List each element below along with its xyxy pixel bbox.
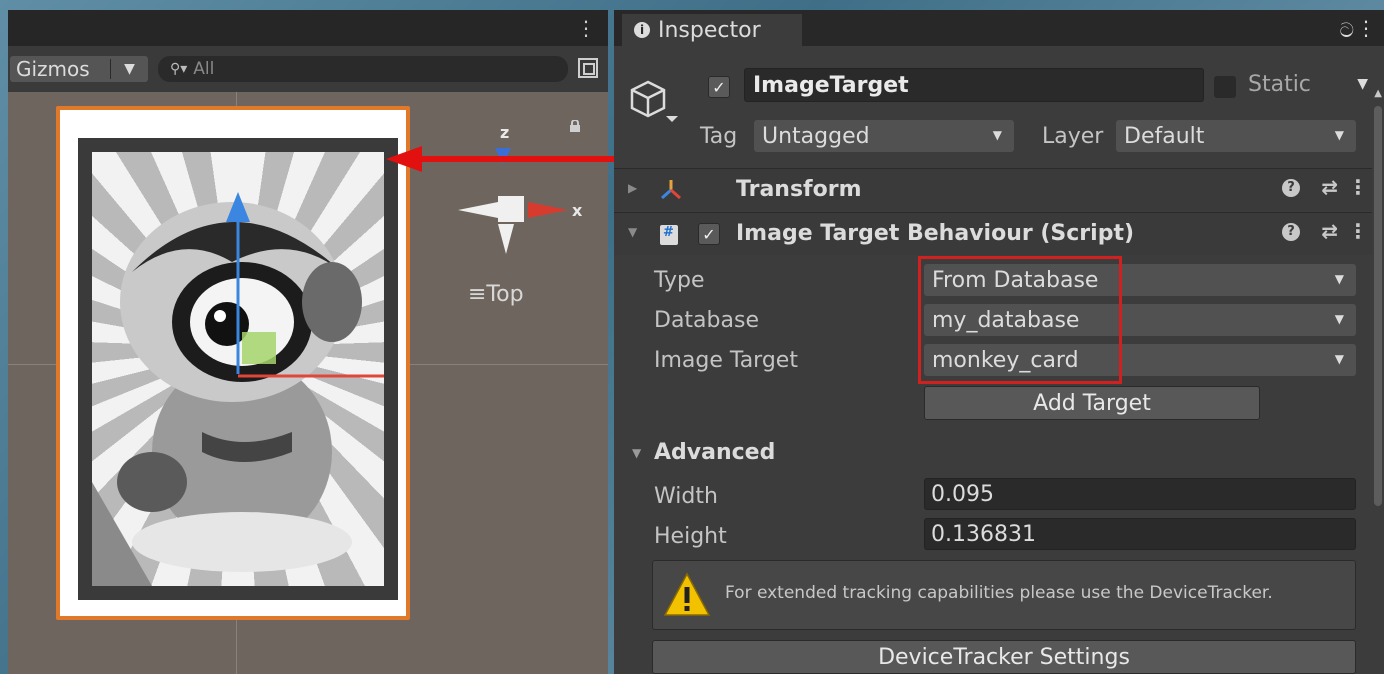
info-icon: i [634,22,650,38]
image-target-behaviour-header[interactable]: ▼ ✓ Image Target Behaviour (Script) ? ⇄ … [614,212,1384,255]
scroll-up-icon[interactable]: ▲ [1374,88,1382,99]
type-label: Type [654,268,705,293]
monkey-card-image [92,192,384,586]
width-field[interactable]: 0.095 [924,478,1356,510]
transform-icon [661,180,681,200]
image-target-behaviour-title: Image Target Behaviour (Script) [736,221,1135,246]
foldout-arrow-icon[interactable]: ▼ [628,225,637,239]
static-checkbox[interactable] [1214,76,1236,98]
add-target-button[interactable]: Add Target [924,386,1260,420]
tag-label: Tag [700,124,738,149]
inspector-tab-bar: i Inspector ට ⋮ [614,10,1384,46]
transform-title: Transform [736,177,862,202]
preset-icon[interactable]: ⇄ [1321,219,1338,243]
gizmo-axis-x: x [572,201,583,220]
warning-helpbox: For extended tracking capabilities pleas… [652,560,1356,630]
chevron-down-icon: ▼ [1334,352,1344,366]
transform-component-header[interactable]: ▶ Transform ? ⇄ ⋮ [614,168,1384,211]
height-field[interactable]: 0.136831 [924,518,1356,550]
lock-icon[interactable] [568,120,582,132]
layer-value: Default [1124,123,1205,149]
card-frame [78,138,398,600]
tag-value: Untagged [762,123,870,149]
image-target-card[interactable] [56,106,410,620]
component-menu-icon[interactable]: ⋮ [1348,175,1368,199]
help-icon[interactable]: ? [1282,179,1300,197]
gameobject-header: ✓ ImageTarget Static ▼ Tag Untagged ▼ La… [614,46,1384,168]
lock-icon[interactable]: ට [1340,18,1354,42]
script-icon [660,225,678,245]
layer-dropdown[interactable]: Default ▼ [1116,120,1356,152]
view-orientation-gizmo[interactable]: z x [448,112,598,272]
tag-dropdown[interactable]: Untagged ▼ [754,120,1014,152]
active-checkbox[interactable]: ✓ [708,76,730,98]
scene-panel: ⋮ Gizmos ▼ ⚲▾ All z x ≡Top [8,10,608,674]
chevron-down-icon: ▼ [992,128,1002,142]
layer-label: Layer [1042,124,1104,149]
chevron-down-icon: ▼ [1334,128,1344,142]
scene-search-placeholder: All [193,59,215,79]
advanced-foldout-label[interactable]: Advanced [654,440,775,465]
devicetracker-settings-button[interactable]: DeviceTracker Settings [652,640,1356,674]
preset-icon[interactable]: ⇄ [1321,175,1338,199]
foldout-arrow-icon[interactable]: ▶ [628,181,637,195]
inspector-menu-icon[interactable]: ⋮ [1356,16,1376,40]
search-icon: ⚲▾ [170,61,188,77]
component-menu-icon[interactable]: ⋮ [1348,219,1368,243]
database-label: Database [654,308,759,333]
width-label: Width [654,484,718,509]
static-dropdown-icon[interactable]: ▼ [1357,76,1368,92]
scene-search-input[interactable]: ⚲▾ All [158,56,568,82]
chevron-down-icon: ▼ [1334,272,1344,286]
inspector-scrollbar[interactable]: ▲ [1372,46,1384,674]
warning-icon [663,572,711,616]
scrollbar-thumb[interactable] [1374,106,1382,506]
image-target-behaviour-body: Type From Database ▼ Database my_databas… [614,256,1384,674]
component-enabled-checkbox[interactable]: ✓ [698,223,720,245]
help-icon[interactable]: ? [1282,223,1300,241]
image-target-label: Image Target [654,348,798,373]
tab-inspector[interactable]: i Inspector [622,14,802,46]
inspector-panel: i Inspector ට ⋮ ✓ ImageTarget Static ▼ T… [614,10,1384,674]
scene-tab-bar: ⋮ [8,10,608,46]
object-name-field[interactable]: ImageTarget [744,68,1204,102]
gizmos-button[interactable]: Gizmos ▼ [10,56,148,82]
gizmos-dropdown-icon[interactable]: ▼ [111,61,148,77]
gizmos-label: Gizmos [16,57,90,81]
warning-text: For extended tracking capabilities pleas… [725,583,1273,603]
scene-menu-icon[interactable]: ⋮ [576,16,596,40]
foldout-arrow-icon[interactable]: ▼ [632,446,641,460]
chevron-down-icon: ▼ [1334,312,1344,326]
cube-icon[interactable] [626,76,682,132]
height-label: Height [654,524,727,549]
inspector-tab-label: Inspector [658,17,761,43]
static-label: Static [1248,72,1311,97]
annotation-highlight-box [918,256,1122,384]
view-label-top[interactable]: ≡Top [468,282,524,307]
maximize-icon[interactable] [578,58,598,78]
scene-toolbar: Gizmos ▼ ⚲▾ All [8,46,608,92]
